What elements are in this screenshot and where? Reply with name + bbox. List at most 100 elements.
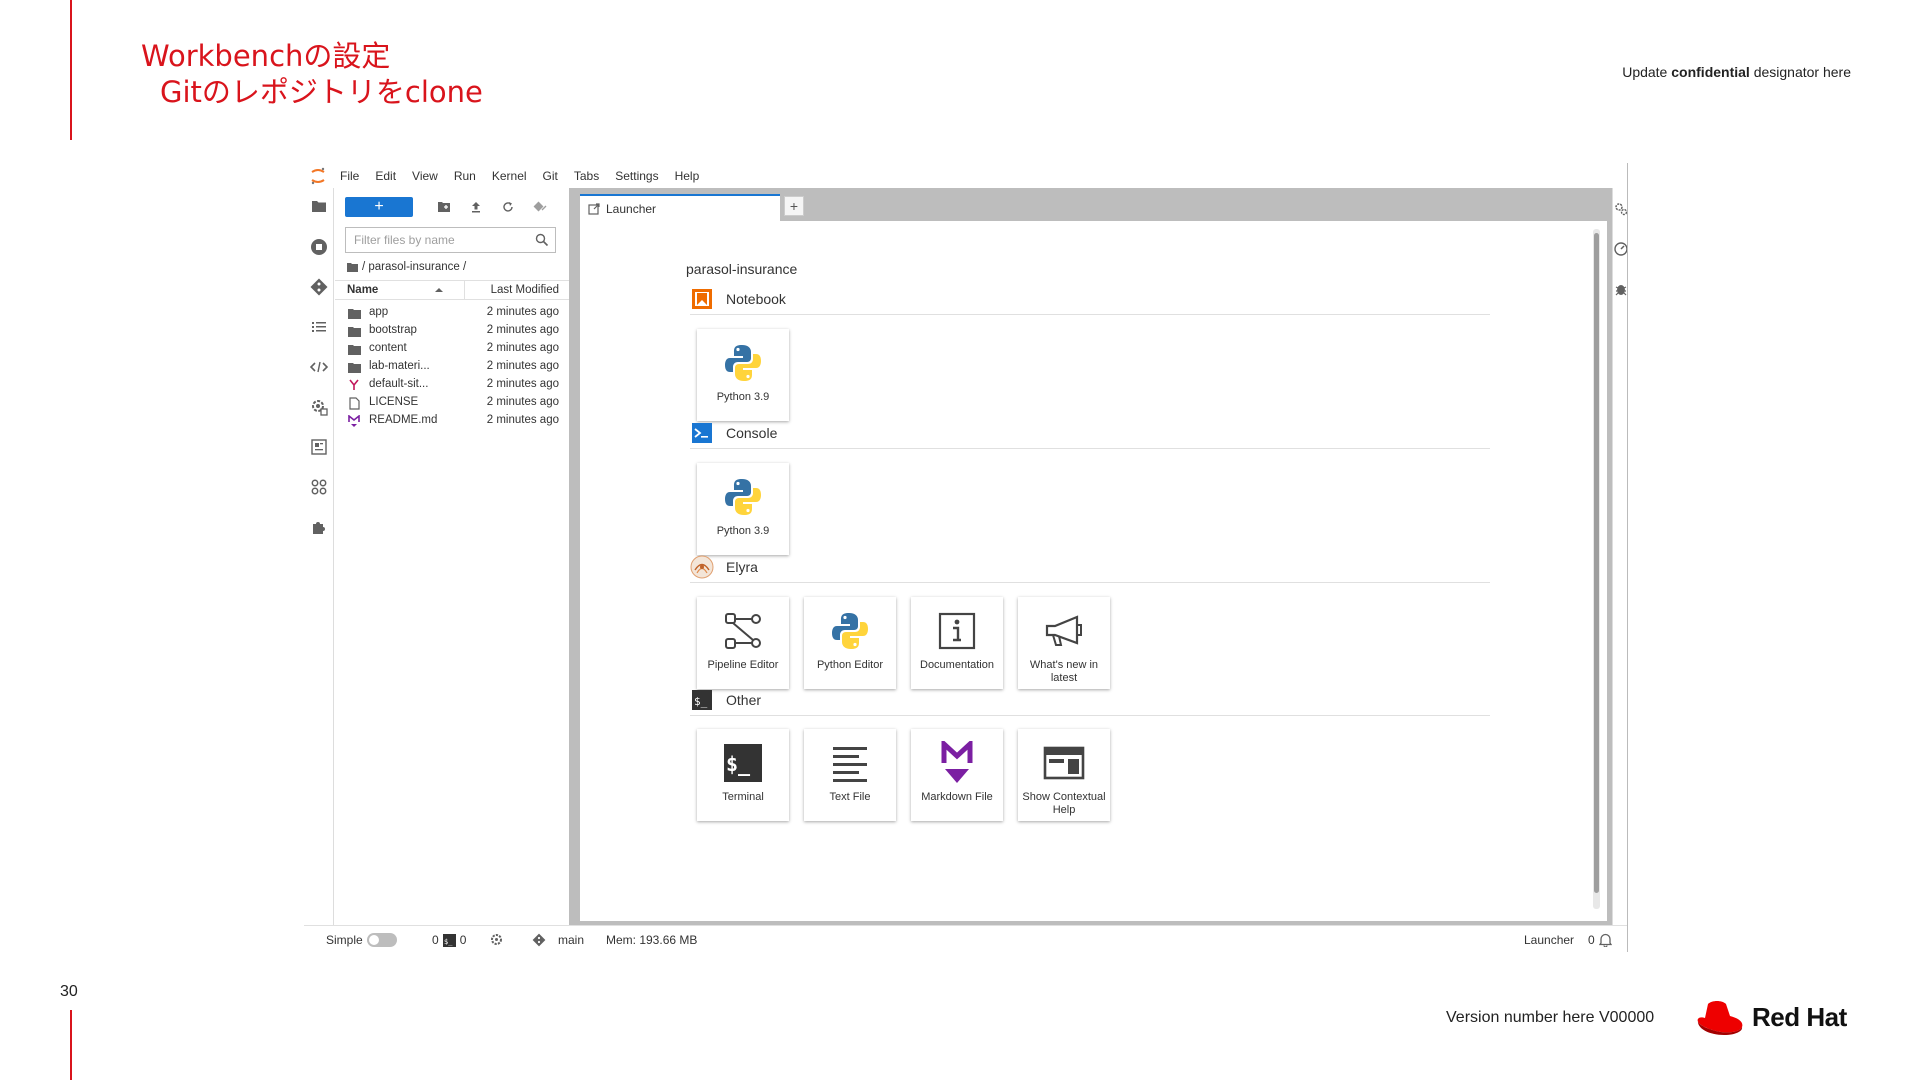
yaml-file-icon: [347, 378, 361, 392]
menu-view[interactable]: View: [404, 169, 446, 183]
git-clone-icon[interactable]: [529, 197, 551, 217]
simple-mode-toggle[interactable]: [366, 933, 397, 947]
card-terminal[interactable]: $_ Terminal: [697, 729, 789, 821]
code-snippets-icon[interactable]: [309, 357, 329, 377]
debugger-bug-icon[interactable]: [1613, 280, 1627, 298]
upload-icon[interactable]: [465, 197, 487, 217]
elyra-icon: [690, 555, 714, 579]
file-list-header: Name Last Modified: [335, 280, 569, 300]
new-folder-icon[interactable]: [433, 197, 455, 217]
kernels-count: 0: [432, 933, 439, 947]
running-stop-icon[interactable]: [309, 237, 329, 257]
svg-text:$_: $_: [694, 695, 708, 708]
menu-tabs[interactable]: Tabs: [566, 169, 607, 183]
console-icon: [690, 421, 714, 445]
property-inspector-gear-icon[interactable]: [1613, 200, 1627, 218]
column-name-header[interactable]: Name: [347, 284, 378, 296]
component-catalogs-icon[interactable]: [309, 477, 329, 497]
notebook-icon: [690, 287, 714, 311]
pipeline-editor-icon: [716, 607, 770, 655]
file-modified: 2 minutes ago: [486, 306, 559, 318]
section-title: Elyra: [726, 558, 758, 575]
megaphone-icon: [1037, 607, 1091, 655]
notification-status[interactable]: 0: [1588, 933, 1612, 947]
new-tab-button[interactable]: +: [784, 196, 804, 216]
sort-caret-icon: [435, 284, 443, 296]
launcher-cwd: parasol-insurance: [686, 261, 798, 277]
filter-files-input[interactable]: [354, 233, 524, 247]
card-notebook-python[interactable]: Python 3.9: [697, 329, 789, 421]
terminal-status-icon: $_: [442, 933, 456, 947]
markdown-file-icon: [347, 414, 361, 428]
card-label: Markdown File: [921, 791, 993, 803]
file-modified: 2 minutes ago: [486, 378, 559, 390]
runtime-images-icon[interactable]: [309, 437, 329, 457]
file-row-readme[interactable]: README.md 2 minutes ago: [335, 410, 569, 432]
folder-icon: [347, 306, 361, 320]
file-modified: 2 minutes ago: [486, 324, 559, 336]
file-name: default-sit...: [369, 378, 429, 390]
file-name: README.md: [369, 414, 438, 426]
section-title: Other: [726, 691, 762, 708]
menu-kernel[interactable]: Kernel: [484, 169, 535, 183]
runtimes-gear-icon[interactable]: [309, 397, 329, 417]
card-contextual-help[interactable]: Show Contextual Help: [1018, 729, 1110, 821]
git-icon[interactable]: [309, 277, 329, 297]
card-console-python[interactable]: Python 3.9: [697, 463, 789, 555]
scrollbar-thumb[interactable]: [1594, 233, 1599, 893]
card-label: Python Editor: [816, 659, 884, 671]
menu-file[interactable]: File: [332, 169, 367, 183]
breadcrumb[interactable]: / parasol-insurance /: [347, 261, 466, 273]
text-file-icon: [823, 739, 877, 787]
launcher-panel: parasol-insurance Notebook Python 3.9 Co…: [580, 221, 1607, 921]
folder-icon: [347, 360, 361, 374]
terminal-icon: $_: [716, 739, 770, 787]
menu-help[interactable]: Help: [667, 169, 708, 183]
card-text-file[interactable]: Text File: [804, 729, 896, 821]
slide-title-line1: Workbenchの設定: [141, 39, 391, 73]
new-launcher-button[interactable]: +: [345, 197, 413, 217]
launcher-scrollbar[interactable]: [1593, 229, 1600, 909]
file-modified: 2 minutes ago: [486, 396, 559, 408]
menu-edit[interactable]: Edit: [367, 169, 404, 183]
tab-launcher[interactable]: Launcher: [580, 194, 780, 221]
card-pipeline-editor[interactable]: Pipeline Editor: [697, 597, 789, 689]
launcher-tab-icon: [588, 202, 600, 215]
resource-usage-gauge-icon[interactable]: [1613, 240, 1627, 258]
git-branch-status[interactable]: main: [532, 933, 584, 947]
breadcrumb-path: / parasol-insurance /: [362, 261, 467, 273]
jupyter-logo-icon: [304, 163, 332, 188]
card-label: What's new in latest: [1029, 659, 1099, 684]
section-title: Console: [726, 424, 778, 441]
file-browser-toolbar: +: [335, 194, 569, 220]
info-icon: [930, 607, 984, 655]
card-python-editor[interactable]: Python Editor: [804, 597, 896, 689]
section-other: $_ Other: [690, 684, 1490, 716]
table-of-contents-icon[interactable]: [309, 317, 329, 337]
top-red-rule: [70, 0, 72, 140]
file-name: lab-materi...: [369, 360, 430, 372]
menu-settings[interactable]: Settings: [607, 169, 666, 183]
extensions-puzzle-icon[interactable]: [309, 517, 329, 537]
section-elyra: Elyra: [690, 551, 1490, 583]
terminals-count: 0: [459, 933, 467, 947]
refresh-icon[interactable]: [497, 197, 519, 217]
column-divider[interactable]: [464, 281, 465, 299]
card-label: Documentation: [920, 659, 994, 671]
card-label: Python 3.9: [716, 525, 770, 537]
card-whats-new[interactable]: What's new in latest: [1018, 597, 1110, 689]
status-bar: Simple 0 $_ 0 main Mem: 193.66 MB Launch…: [304, 925, 1627, 952]
card-documentation[interactable]: Documentation: [911, 597, 1003, 689]
column-modified-header[interactable]: Last Modified: [491, 284, 559, 296]
folder-icon[interactable]: [309, 196, 329, 216]
menu-git[interactable]: Git: [535, 169, 566, 183]
python-logo-icon: [823, 607, 877, 655]
menu-run[interactable]: Run: [446, 169, 484, 183]
redhat-logo: Red Hat: [1694, 996, 1854, 1038]
kernel-status-gear-icon[interactable]: [490, 933, 503, 946]
kernel-terminal-counts[interactable]: 0 $_ 0: [432, 933, 466, 947]
card-markdown-file[interactable]: Markdown File: [911, 729, 1003, 821]
section-notebook: Notebook: [690, 283, 1490, 315]
terminal-small-icon: $_: [690, 688, 714, 712]
right-sidebar: [1612, 188, 1627, 925]
